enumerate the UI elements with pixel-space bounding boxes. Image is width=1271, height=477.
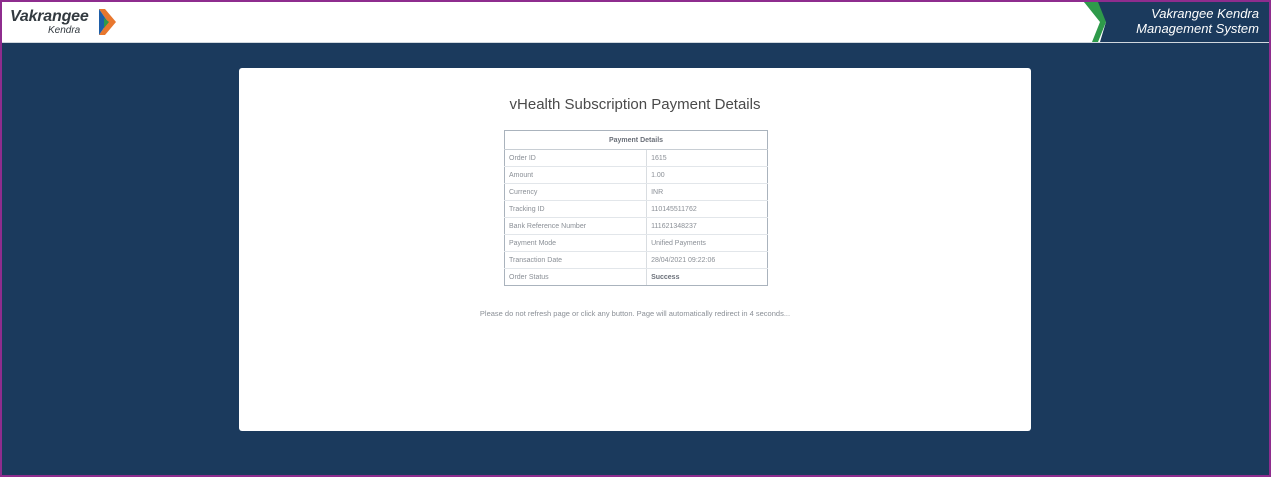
row-label: Transaction Date xyxy=(503,251,648,269)
brand-line-1: Vakrangee Kendra xyxy=(1151,6,1259,21)
row-value: INR xyxy=(646,183,768,201)
row-label: Payment Mode xyxy=(503,234,648,252)
table-row: Bank Reference Number 111621348237 xyxy=(503,217,768,235)
row-value: 28/04/2021 09:22:06 xyxy=(646,251,768,269)
row-label: Tracking ID xyxy=(503,200,648,218)
vakrangee-flame-logo-icon xyxy=(96,8,118,41)
row-value: 1.00 xyxy=(646,166,768,184)
brand-title: Vakrangee Kendra Management System xyxy=(1136,6,1259,36)
table-row: Amount 1.00 xyxy=(503,166,768,184)
row-label: Amount xyxy=(503,166,648,184)
payment-details-table: Payment Details Order ID 1615 Amount 1.0… xyxy=(503,130,768,286)
app-frame: Vakrangee Kendra Vakrangee Kendra Manage… xyxy=(0,0,1271,477)
content-panel: vHealth Subscription Payment Details Pay… xyxy=(239,68,1031,431)
table-row: Tracking ID 110145511762 xyxy=(503,200,768,218)
table-row: Payment Mode Unified Payments xyxy=(503,234,768,252)
table-row: Currency INR xyxy=(503,183,768,201)
table-row: Order ID 1615 xyxy=(503,149,768,167)
logo-wordmark: Vakrangee xyxy=(10,8,89,25)
top-header: Vakrangee Kendra Vakrangee Kendra Manage… xyxy=(2,2,1269,43)
row-value: 111621348237 xyxy=(646,217,768,235)
table-row: Order Status Success xyxy=(503,268,768,286)
brand-line-2: Management System xyxy=(1136,21,1259,36)
row-value: 1615 xyxy=(646,149,768,167)
table-header-row: Payment Details xyxy=(504,130,768,150)
page-title: vHealth Subscription Payment Details xyxy=(509,96,761,113)
redirect-notice: Please do not refresh page or click any … xyxy=(479,309,791,318)
table-header: Payment Details xyxy=(504,130,768,150)
row-value: Unified Payments xyxy=(646,234,768,252)
order-status-value: Success xyxy=(646,268,768,286)
logo-subtitle: Kendra xyxy=(48,25,81,36)
row-label: Order Status xyxy=(503,268,648,286)
table-row: Transaction Date 28/04/2021 09:22:06 xyxy=(503,251,768,269)
row-label: Order ID xyxy=(503,149,648,167)
row-value: 110145511762 xyxy=(646,200,768,218)
system-brand: Vakrangee Kendra Management System xyxy=(1084,2,1269,42)
row-label: Currency xyxy=(503,183,648,201)
row-label: Bank Reference Number xyxy=(503,217,648,235)
